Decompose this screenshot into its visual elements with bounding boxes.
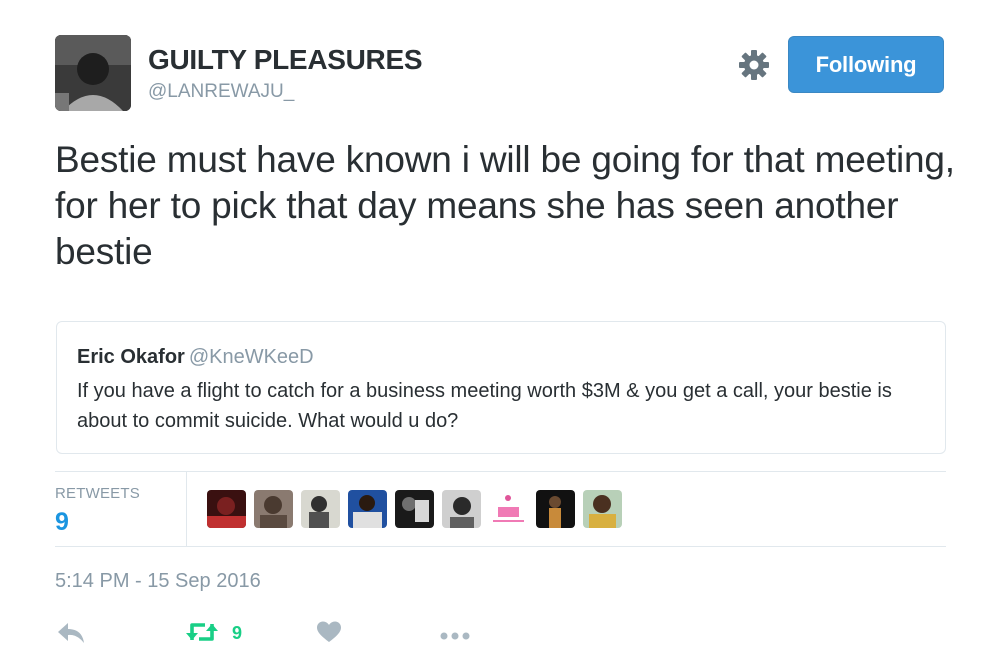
retweeter-avatar[interactable]: [583, 490, 622, 528]
following-button[interactable]: Following: [788, 36, 944, 93]
gear-icon[interactable]: [737, 48, 771, 82]
quoted-tweet-card[interactable]: Eric Okafor @KneWKeeD If you have a fligh…: [56, 321, 946, 454]
quoted-author-name: Eric Okafor: [77, 346, 185, 368]
retweeter-avatar[interactable]: [301, 490, 340, 528]
divider: [55, 546, 946, 547]
retweeter-avatar[interactable]: [395, 490, 434, 528]
tweet-text: Bestie must have known i will be going f…: [55, 139, 955, 272]
retweeter-avatars: [207, 490, 622, 528]
retweeter-avatar[interactable]: [442, 490, 481, 528]
retweeter-avatar[interactable]: [536, 490, 575, 528]
quoted-author-handle: @KneWKeeD: [188, 346, 314, 368]
divider: [55, 471, 946, 472]
author-avatar[interactable]: [55, 35, 131, 111]
retweet-action-count: 9: [232, 623, 243, 643]
heart-icon[interactable]: [317, 621, 341, 643]
retweeter-avatar[interactable]: [207, 490, 246, 528]
author-name[interactable]: GUILTY PLEASURES: [148, 44, 423, 76]
quoted-tweet-text: If you have a flight to catch for a busi…: [77, 380, 892, 432]
more-dots-icon[interactable]: [440, 628, 470, 640]
retweets-count[interactable]: 9: [55, 508, 69, 537]
retweeter-avatar[interactable]: [348, 490, 387, 528]
quoted-tweet-header: Eric Okafor @KneWKeeD: [77, 346, 314, 369]
retweet-icon[interactable]: [185, 620, 219, 644]
author-avatar-image: [55, 35, 131, 111]
retweeter-avatar[interactable]: [254, 490, 293, 528]
divider: [186, 472, 187, 547]
author-handle[interactable]: @LANREWAJU_: [148, 81, 294, 103]
tweet-timestamp[interactable]: 5:14 PM - 15 Sep 2016: [55, 570, 261, 593]
retweeter-avatar[interactable]: [489, 490, 528, 528]
reply-icon[interactable]: [57, 622, 85, 644]
retweets-label: RETWEETS: [55, 485, 140, 502]
